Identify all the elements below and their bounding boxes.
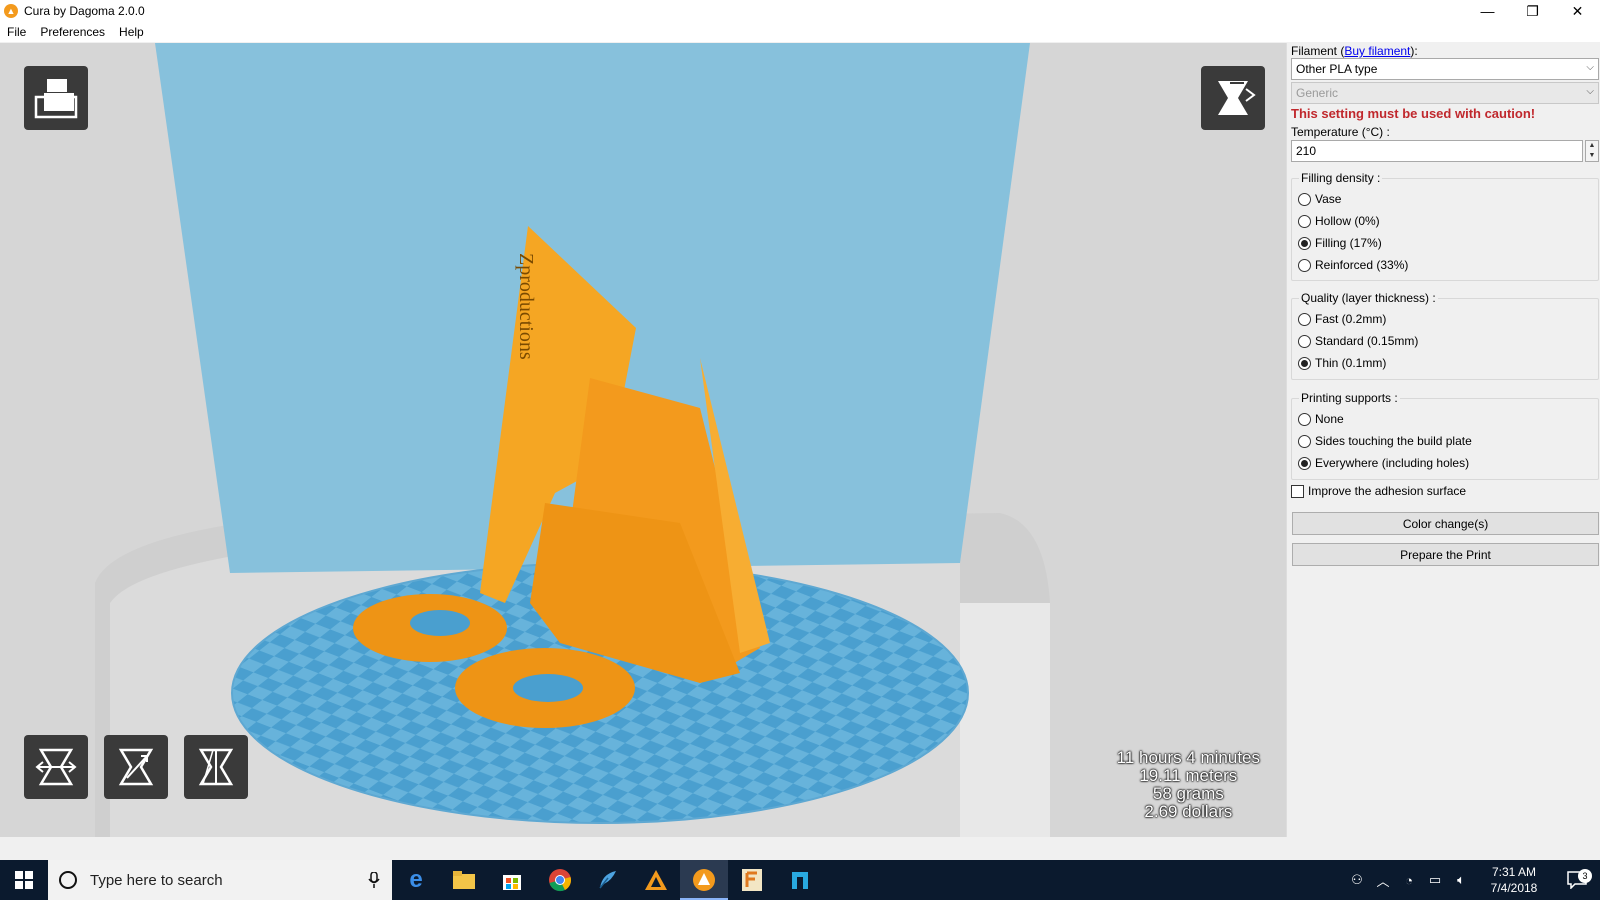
search-placeholder: Type here to search — [90, 871, 223, 889]
adhesion-label: Improve the adhesion surface — [1308, 484, 1467, 498]
radio-button[interactable] — [1298, 412, 1311, 426]
filament-type-select[interactable]: Other PLA type ⌵ — [1291, 58, 1599, 80]
chevron-down-icon: ⌵ — [1586, 62, 1594, 73]
clock-time: 7:31 AM — [1491, 865, 1537, 879]
printing-supports-title: Printing supports : — [1299, 391, 1400, 405]
quality-group: Quality (layer thickness) : Fast (0.2mm)… — [1291, 291, 1599, 380]
caution-warning: This setting must be used with caution! — [1291, 106, 1536, 121]
windows-logo-icon — [15, 871, 33, 889]
notification-count-badge: 3 — [1578, 869, 1592, 883]
mirror-icon — [198, 748, 234, 786]
radio-button-selected[interactable] — [1298, 456, 1311, 470]
cortana-icon — [59, 871, 77, 889]
radio-button-selected[interactable] — [1298, 236, 1311, 250]
scale-icon — [118, 748, 154, 786]
close-button[interactable]: ✕ — [1555, 0, 1600, 22]
chrome-icon[interactable] — [536, 860, 584, 900]
radio-button[interactable] — [1298, 334, 1311, 348]
rotate-tool-button[interactable] — [24, 735, 88, 799]
rotate-icon — [35, 748, 77, 786]
people-icon[interactable]: ⚇ — [1344, 872, 1370, 888]
print-stats: 11 hours 4 minutes 19.11 meters 58 grams… — [1117, 749, 1260, 821]
chevron-down-icon: ⌵ — [1586, 86, 1594, 97]
minimize-button[interactable]: — — [1465, 0, 1510, 22]
quality-option-thin[interactable]: Thin (0.1mm) — [1298, 356, 1386, 370]
radio-button[interactable] — [1298, 258, 1311, 272]
store-icon[interactable] — [488, 860, 536, 900]
chevron-up-icon[interactable]: ︿ — [1370, 871, 1396, 890]
edge-browser-icon[interactable]: e — [392, 860, 440, 900]
radio-button-selected[interactable] — [1298, 356, 1311, 370]
microphone-icon[interactable] — [368, 872, 380, 888]
filament-length: 19.11 meters — [1139, 766, 1238, 785]
app-icon-f[interactable] — [728, 860, 776, 900]
prepare-print-button[interactable]: Prepare the Print — [1292, 543, 1599, 566]
app-icon-feather[interactable] — [584, 860, 632, 900]
filling-option-hollow[interactable]: Hollow (0%) — [1298, 214, 1380, 228]
title-bar: ▲ Cura by Dagoma 2.0.0 — ❐ ✕ — [0, 0, 1600, 22]
volume-icon[interactable]: 🔈︎ — [1448, 872, 1474, 888]
print-cost: 2.69 dollars — [1144, 802, 1233, 821]
supports-option-none[interactable]: None — [1298, 412, 1344, 426]
color-change-button[interactable]: Color change(s) — [1292, 512, 1599, 535]
app-icon-blue-n[interactable] — [776, 860, 824, 900]
battery-icon[interactable]: ▭ — [1422, 872, 1448, 888]
filling-density-title: Filling density : — [1299, 171, 1383, 185]
temperature-spinner[interactable]: ▲ ▼ — [1585, 140, 1599, 162]
radio-button[interactable] — [1298, 312, 1311, 326]
menu-bar: File Preferences Help — [0, 22, 1600, 42]
load-model-button[interactable] — [24, 66, 88, 130]
quality-title: Quality (layer thickness) : — [1299, 291, 1438, 305]
filling-option-filling[interactable]: Filling (17%) — [1298, 236, 1382, 250]
taskbar-search-box[interactable]: Type here to search — [48, 860, 392, 900]
filament-weight: 58 grams — [1152, 784, 1224, 803]
filament-label: Filament (Buy filament): — [1291, 44, 1418, 58]
model-engraving: Zproductions — [515, 253, 537, 360]
system-tray: ⚇ ︿ ◔ ▭ 🔈︎ 7:31 AM 7/4/2018 3 — [1344, 860, 1600, 900]
quality-option-fast[interactable]: Fast (0.2mm) — [1298, 312, 1386, 326]
quality-option-standard[interactable]: Standard (0.15mm) — [1298, 334, 1418, 348]
scale-tool-button[interactable] — [104, 735, 168, 799]
menu-help[interactable]: Help — [112, 25, 151, 39]
print-view-icon — [1218, 81, 1256, 115]
scene-render: Zproductions — [95, 43, 1050, 837]
settings-panel: Filament (Buy filament): Other PLA type … — [1286, 43, 1600, 837]
window-title: Cura by Dagoma 2.0.0 — [24, 4, 145, 18]
filament-brand-select: Generic ⌵ — [1291, 82, 1599, 104]
windows-taskbar: Type here to search e ⚇ ︿ ◔ ▭ 🔈︎ 7:31 AM — [0, 860, 1600, 900]
filling-density-group: Filling density : Vase Hollow (0%) Filli… — [1291, 171, 1599, 281]
menu-preferences[interactable]: Preferences — [33, 25, 112, 39]
mirror-tool-button[interactable] — [184, 735, 248, 799]
3d-viewport[interactable]: Zproductions 11 hours 4 minutes 19.11 me… — [0, 43, 1286, 837]
view-mode-button[interactable] — [1201, 66, 1265, 130]
temperature-label: Temperature (°C) : — [1291, 125, 1390, 139]
restore-button[interactable]: ❐ — [1510, 0, 1555, 22]
load-file-icon — [34, 79, 78, 119]
radio-button[interactable] — [1298, 214, 1311, 228]
temperature-input[interactable]: 210 — [1291, 140, 1583, 162]
filling-option-reinforced[interactable]: Reinforced (33%) — [1298, 258, 1408, 272]
radio-button[interactable] — [1298, 434, 1311, 448]
clock-date: 7/4/2018 — [1490, 881, 1538, 895]
menu-file[interactable]: File — [0, 25, 33, 39]
cura-taskbar-icon[interactable] — [680, 860, 728, 900]
cura-app-icon: ▲ — [4, 4, 18, 18]
printing-supports-group: Printing supports : None Sides touching … — [1291, 391, 1599, 480]
radio-button[interactable] — [1298, 192, 1311, 206]
buy-filament-link[interactable]: Buy filament — [1344, 44, 1410, 58]
network-icon[interactable]: ◔ — [1396, 873, 1422, 888]
start-button[interactable] — [0, 860, 48, 900]
adhesion-checkbox[interactable] — [1291, 484, 1304, 498]
file-explorer-icon[interactable] — [440, 860, 488, 900]
taskbar-clock[interactable]: 7:31 AM 7/4/2018 — [1474, 864, 1554, 896]
print-time: 11 hours 4 minutes — [1116, 748, 1260, 767]
window-controls: — ❐ ✕ — [1465, 0, 1600, 22]
adhesion-checkbox-row[interactable]: Improve the adhesion surface — [1291, 484, 1466, 498]
action-center-button[interactable]: 3 — [1554, 869, 1600, 889]
supports-option-sides[interactable]: Sides touching the build plate — [1298, 434, 1472, 448]
app-icon-triangle[interactable] — [632, 860, 680, 900]
filling-option-vase[interactable]: Vase — [1298, 192, 1341, 206]
supports-option-everywhere[interactable]: Everywhere (including holes) — [1298, 456, 1469, 470]
